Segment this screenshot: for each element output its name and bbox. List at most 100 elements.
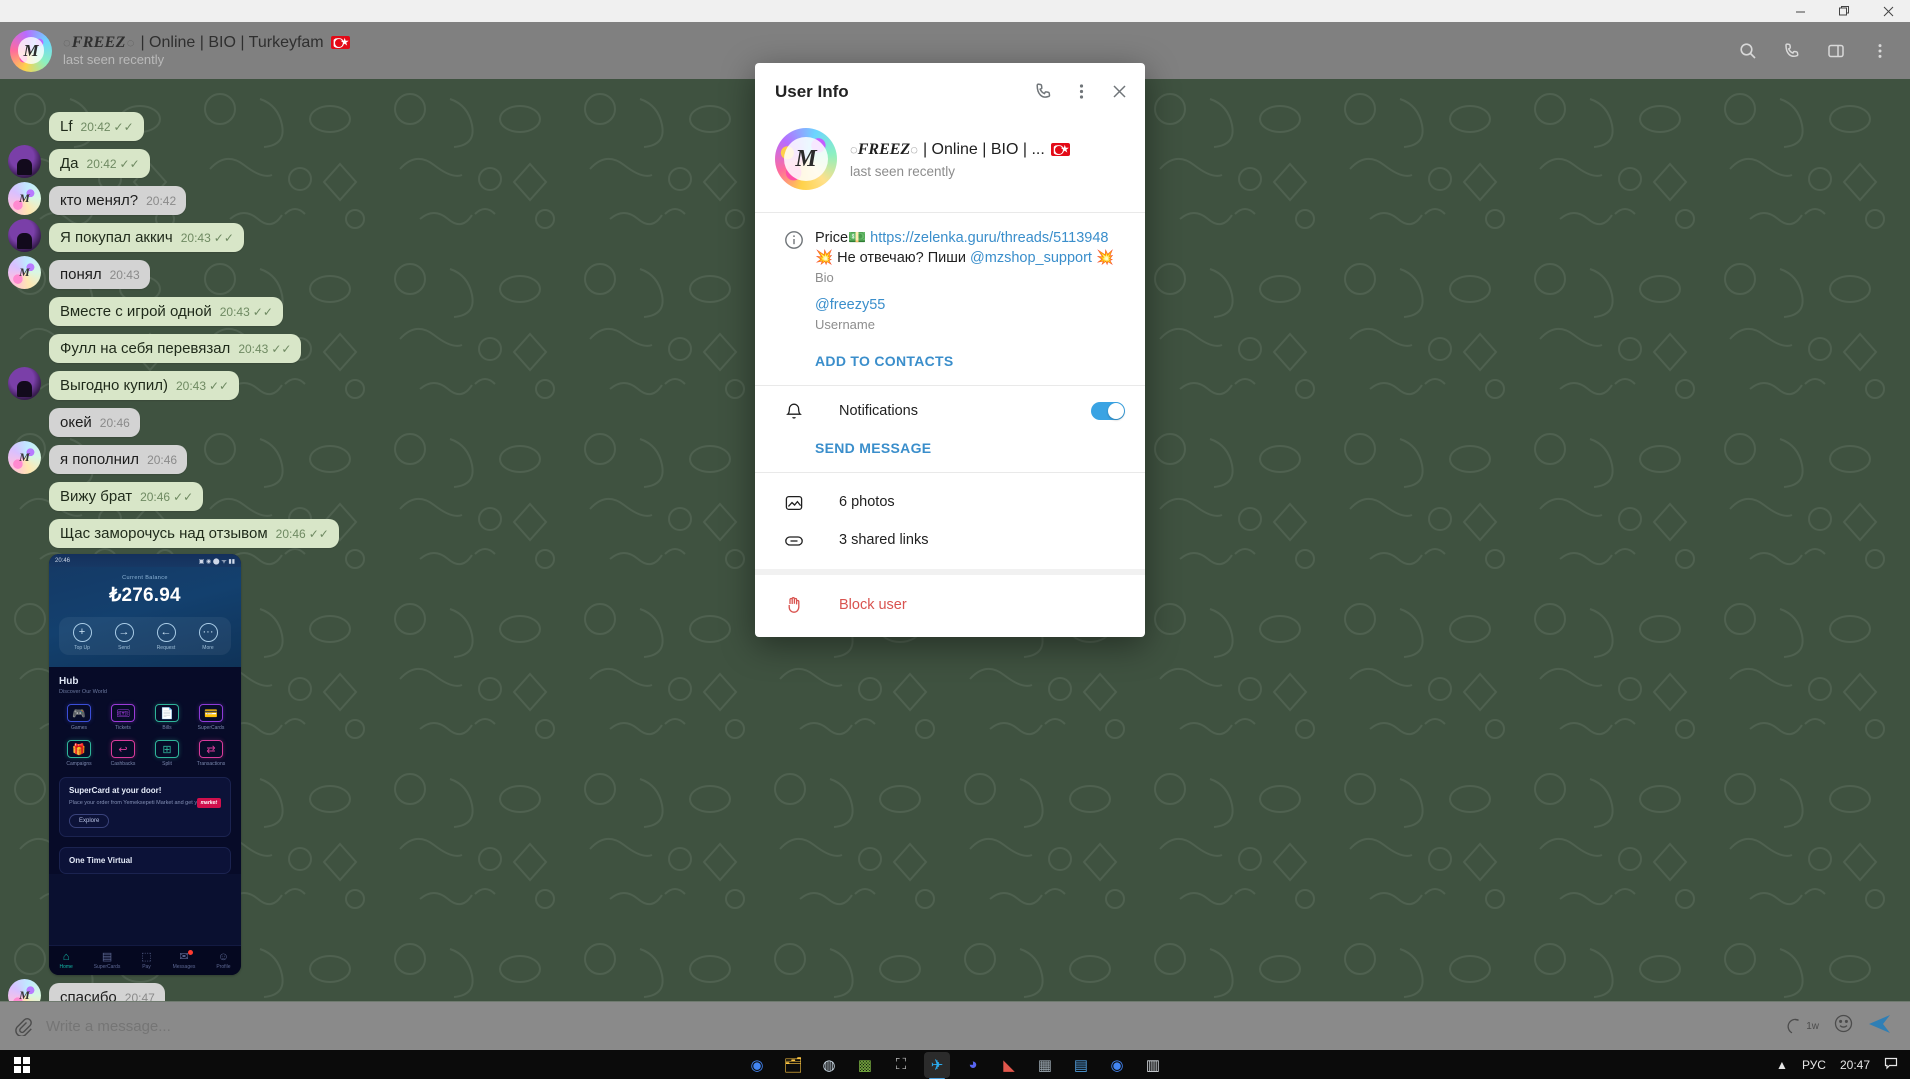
avatar-glyph: M bbox=[19, 191, 30, 205]
message-bubble[interactable]: окей 20:46 bbox=[49, 408, 140, 437]
profile-avatar[interactable]: M bbox=[775, 128, 837, 190]
phone-nav-item: ▤ SuperCards bbox=[94, 951, 121, 970]
phone-action: → Send bbox=[103, 623, 145, 651]
promo-explore-button: Explore bbox=[69, 814, 110, 828]
photo-message[interactable]: 20:46 ▣ ◉ ⬤ ᯤ ▮▮ Current Balance ₺276.94… bbox=[49, 554, 241, 975]
bio-link[interactable]: https://zelenka.guru/threads/5113948 bbox=[870, 230, 1108, 246]
links-row[interactable]: 3 shared links bbox=[755, 521, 1145, 559]
notification-icon[interactable] bbox=[1884, 1056, 1898, 1073]
message-avatar[interactable]: M bbox=[8, 182, 41, 215]
tray-language[interactable]: РУС bbox=[1802, 1058, 1826, 1072]
phone-nav-item: ✉ Messages bbox=[172, 950, 196, 970]
taskbar-app-winrar[interactable]: ◣ bbox=[996, 1052, 1022, 1078]
phone-nav-label: Messages bbox=[172, 964, 196, 970]
photos-row[interactable]: 6 photos bbox=[755, 483, 1145, 521]
message-bubble[interactable]: я пополнил 20:46 bbox=[49, 445, 188, 474]
photos-label: 6 photos bbox=[839, 494, 895, 510]
message-bubble[interactable]: Я покупал аккич 20:43 ✓✓ bbox=[49, 223, 244, 252]
windows-taskbar: ◉ 🗂 ◍ ▩ ⛶ ✈ ◕ ◣ ▦ ▤ ◉ ▥ ▲ РУС 20:47 bbox=[0, 1050, 1910, 1079]
message-bubble[interactable]: Щас заморочусь над отзывом 20:46 ✓✓ bbox=[49, 519, 339, 548]
taskbar-app-file-explorer[interactable]: 🗂 bbox=[780, 1052, 806, 1078]
money-emoji: 💵 bbox=[848, 230, 867, 246]
notifications-label: Notifications bbox=[839, 403, 918, 419]
window-maximize-button[interactable] bbox=[1822, 0, 1866, 22]
message-text: Я покупал аккич bbox=[60, 229, 173, 246]
message-avatar[interactable]: M bbox=[8, 256, 41, 289]
message-meta: 20:42 bbox=[146, 194, 176, 209]
taskbar-app-notepad[interactable]: ▥ bbox=[1140, 1052, 1166, 1078]
taskbar-app-telegram[interactable]: ✈ bbox=[924, 1051, 950, 1079]
ring-left-glyph: ◌ bbox=[63, 35, 71, 50]
message-avatar[interactable] bbox=[8, 219, 41, 252]
message-bubble[interactable]: Вижу брат 20:46 ✓✓ bbox=[49, 482, 204, 511]
hub-tile-icon: 🎟 bbox=[111, 704, 135, 722]
read-ticks: ✓✓ bbox=[252, 305, 273, 319]
chat-header-text: ◌FREEZ◌ | Online | BIO | Turkeyfam last … bbox=[63, 33, 350, 68]
message-avatar[interactable]: M bbox=[8, 441, 41, 474]
message-time: 20:42 bbox=[80, 120, 111, 134]
profile-name-rest: | Online | BIO | ... bbox=[922, 140, 1045, 158]
taskbar-app-news[interactable]: ▤ bbox=[1068, 1052, 1094, 1078]
send-message-button[interactable]: SEND MESSAGE bbox=[755, 432, 1145, 466]
message-text: Выгодно купил) bbox=[60, 377, 168, 394]
phone-action-icon: → bbox=[114, 623, 134, 642]
bio-mention[interactable]: @mzshop_support bbox=[970, 250, 1092, 266]
windows-start-icon[interactable] bbox=[0, 1050, 44, 1079]
read-ticks: ✓✓ bbox=[113, 120, 134, 134]
message-input[interactable] bbox=[46, 1017, 1787, 1035]
tray-clock[interactable]: 20:47 bbox=[1840, 1058, 1870, 1072]
more-icon[interactable] bbox=[1860, 31, 1900, 71]
message-meta: 20:43 ✓✓ bbox=[176, 379, 229, 394]
call-icon[interactable] bbox=[1025, 74, 1061, 110]
taskbar-app-scanner[interactable]: ⛶ bbox=[888, 1052, 914, 1078]
taskbar-app-steam[interactable]: ◍ bbox=[816, 1052, 842, 1078]
add-to-contacts-button[interactable]: ADD TO CONTACTS bbox=[755, 345, 1145, 379]
message-bubble[interactable]: Выгодно купил) 20:43 ✓✓ bbox=[49, 371, 240, 400]
message-bubble[interactable]: Фулл на себя перевязал 20:43 ✓✓ bbox=[49, 334, 302, 363]
smile-icon[interactable] bbox=[1833, 1013, 1854, 1039]
search-icon[interactable] bbox=[1728, 31, 1768, 71]
paperclip-icon[interactable] bbox=[0, 1016, 46, 1036]
phone-action-icon: ··· bbox=[198, 623, 218, 642]
message-bubble[interactable]: Да 20:42 ✓✓ bbox=[49, 149, 150, 178]
send-icon[interactable] bbox=[1868, 1013, 1892, 1040]
message-avatar[interactable] bbox=[8, 367, 41, 400]
link-icon bbox=[773, 529, 815, 551]
bio-label: Bio bbox=[815, 270, 834, 285]
self-destruct-timer-icon[interactable]: 1w bbox=[1786, 1017, 1819, 1036]
taskbar-app-discord[interactable]: ◕ bbox=[960, 1052, 986, 1078]
virtual-card-title: One Time Virtual bbox=[69, 856, 133, 865]
sidebar-icon[interactable] bbox=[1816, 31, 1856, 71]
taskbar-app-minecraft[interactable]: ▩ bbox=[852, 1052, 878, 1078]
window-minimize-button[interactable] bbox=[1778, 0, 1822, 22]
chat-header-avatar[interactable]: M bbox=[10, 29, 52, 72]
message-bubble[interactable]: кто менял? 20:42 bbox=[49, 186, 187, 215]
tray-chevron-icon[interactable]: ▲ bbox=[1776, 1058, 1788, 1072]
balance-amount: ₺276.94 bbox=[109, 585, 181, 606]
phone-nav-item: ⬚ Pay bbox=[141, 951, 151, 970]
taskbar-app-calculator[interactable]: ▦ bbox=[1032, 1052, 1058, 1078]
hub-tile-icon: 🎮 bbox=[67, 704, 91, 722]
call-icon[interactable] bbox=[1772, 31, 1812, 71]
window-close-button[interactable] bbox=[1866, 0, 1910, 22]
username-value[interactable]: @freezy55 bbox=[815, 295, 1125, 315]
notifications-row[interactable]: Notifications bbox=[755, 390, 1145, 432]
taskbar-app-chrome[interactable]: ◉ bbox=[744, 1052, 770, 1078]
more-vertical-icon[interactable] bbox=[1063, 74, 1099, 110]
dialog-notifications-section: Notifications SEND MESSAGE bbox=[755, 385, 1145, 472]
taskbar-app-chrome-2[interactable]: ◉ bbox=[1104, 1052, 1130, 1078]
block-hand-icon bbox=[773, 595, 815, 615]
message-bubble[interactable]: Lf 20:42 ✓✓ bbox=[49, 112, 144, 141]
system-tray: ▲ РУС 20:47 bbox=[1776, 1056, 1910, 1073]
close-icon[interactable] bbox=[1101, 74, 1137, 110]
message-bubble[interactable]: Вместе с игрой одной 20:43 ✓✓ bbox=[49, 297, 283, 326]
notifications-toggle[interactable] bbox=[1091, 402, 1125, 420]
message-meta: 20:42 ✓✓ bbox=[81, 120, 134, 135]
block-user-row[interactable]: Block user bbox=[755, 587, 1145, 623]
message-avatar[interactable] bbox=[8, 145, 41, 178]
message-bubble[interactable]: понял 20:43 bbox=[49, 260, 150, 289]
profile-name: ◌ FREEZ ◌ | Online | BIO | ... bbox=[850, 140, 1070, 160]
brand-text: FREEZ bbox=[857, 140, 911, 158]
message-time: 20:42 bbox=[146, 194, 177, 208]
ttl-label: 1w bbox=[1806, 1020, 1819, 1032]
